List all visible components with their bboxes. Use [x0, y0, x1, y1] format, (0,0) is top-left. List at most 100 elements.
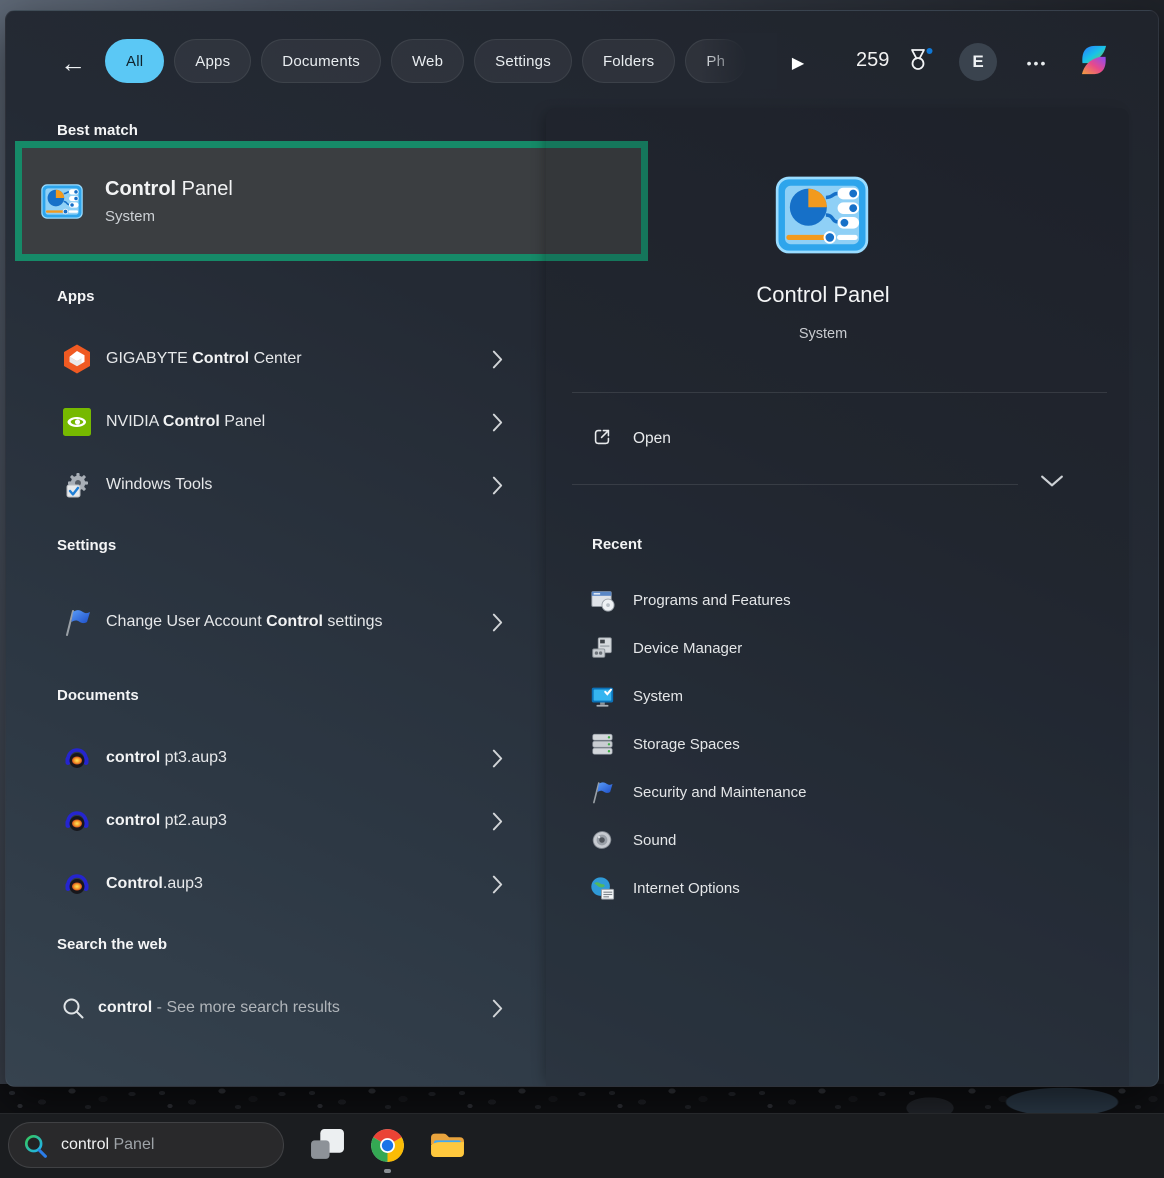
chevron-right-icon — [492, 350, 503, 369]
recent-item-device-manager[interactable]: Device Manager — [546, 624, 1106, 672]
avatar[interactable]: E — [959, 43, 997, 81]
chrome-icon — [370, 1128, 405, 1163]
recent-item-label: System — [633, 688, 683, 705]
result-control-pt2-aup3[interactable]: control pt2.aup3 — [41, 793, 513, 849]
result-windows-tools[interactable]: Windows Tools — [41, 457, 513, 513]
open-action[interactable]: Open — [572, 416, 1062, 462]
search-the-web-header: Search the web — [57, 936, 167, 953]
recent-item-storage-spaces[interactable]: Storage Spaces — [546, 720, 1106, 768]
chevron-right-icon — [492, 999, 503, 1018]
divider — [572, 392, 1107, 393]
recent-header: Recent — [592, 536, 642, 553]
recent-item-label: Sound — [633, 832, 676, 849]
internet-options-icon — [589, 875, 615, 901]
task-view-button[interactable] — [305, 1123, 349, 1167]
recent-item-label: Internet Options — [633, 880, 740, 897]
result-gigabyte-control-center[interactable]: GIGABYTE Control Center — [41, 331, 513, 387]
audacity-project-icon — [61, 742, 93, 774]
audacity-project-icon — [61, 868, 93, 900]
desktop-wallpaper — [0, 1084, 1164, 1114]
best-match-subtitle: System — [105, 208, 233, 225]
recent-item-security-and-maintenance[interactable]: Security and Maintenance — [546, 768, 1106, 816]
taskbar-search-input[interactable]: control Panel — [8, 1122, 284, 1168]
uac-flag-icon — [61, 606, 93, 638]
scroll-filters-right-icon[interactable]: ▶ — [785, 51, 811, 75]
rewards-points[interactable]: 259 — [856, 49, 889, 72]
recent-item-label: Storage Spaces — [633, 736, 740, 753]
recent-item-sound[interactable]: Sound — [546, 816, 1106, 864]
recent-item-system[interactable]: System — [546, 672, 1106, 720]
back-button[interactable]: ← — [55, 45, 91, 81]
result-web-search-control[interactable]: control - See more search results — [41, 980, 513, 1036]
result-label: control pt3.aup3 — [106, 749, 227, 767]
control-panel-icon — [41, 184, 83, 219]
filter-pills: All Apps Documents Web Settings Folders … — [105, 39, 777, 83]
filter-pill-apps[interactable]: Apps — [174, 39, 251, 83]
sound-speaker-icon — [589, 827, 615, 853]
taskbar: control Panel — [0, 1113, 1164, 1178]
settings-header: Settings — [57, 537, 116, 554]
open-label: Open — [633, 430, 671, 448]
recent-list: Programs and Features Device Manager Sys… — [546, 576, 1106, 912]
recent-item-label: Programs and Features — [633, 592, 791, 609]
detail-title: Control Panel — [546, 282, 1100, 308]
chevron-right-icon — [492, 812, 503, 831]
recent-item-programs-and-features[interactable]: Programs and Features — [546, 576, 1106, 624]
recent-item-internet-options[interactable]: Internet Options — [546, 864, 1106, 912]
result-control-pt3-aup3[interactable]: control pt3.aup3 — [41, 730, 513, 786]
detail-subtitle: System — [546, 326, 1100, 342]
security-flag-icon — [589, 779, 615, 805]
filter-pill-settings[interactable]: Settings — [474, 39, 572, 83]
file-explorer-button[interactable] — [425, 1123, 469, 1167]
more-options-button[interactable]: ••• — [1015, 51, 1059, 75]
filter-pill-documents[interactable]: Documents — [261, 39, 381, 83]
storage-spaces-icon — [589, 731, 615, 757]
chevron-right-icon — [492, 413, 503, 432]
nvidia-icon — [61, 406, 93, 438]
device-manager-icon — [589, 635, 615, 661]
chevron-right-icon — [492, 875, 503, 894]
result-control-aup3[interactable]: Control.aup3 — [41, 856, 513, 912]
rewards-trophy-icon[interactable] — [903, 47, 933, 77]
search-flyout: ← All Apps Documents Web Settings Folder… — [5, 10, 1159, 1087]
copilot-icon[interactable] — [1073, 39, 1115, 81]
chevron-right-icon — [492, 613, 503, 632]
filter-pill-web[interactable]: Web — [391, 39, 464, 83]
recent-item-label: Device Manager — [633, 640, 742, 657]
taskbar-search-text: control Panel — [61, 1136, 154, 1154]
result-change-uac-settings[interactable]: Change User Account Control settings — [41, 583, 513, 661]
documents-header: Documents — [57, 687, 139, 704]
result-label: control pt2.aup3 — [106, 812, 227, 830]
control-panel-icon-large — [775, 176, 869, 259]
result-label: NVIDIA Control Panel — [106, 413, 265, 431]
chevron-right-icon — [492, 476, 503, 495]
recent-item-label: Security and Maintenance — [633, 784, 806, 801]
filter-pill-all[interactable]: All — [105, 39, 164, 83]
windows-tools-icon — [61, 469, 93, 501]
chevron-right-icon — [492, 749, 503, 768]
filter-pill-folders[interactable]: Folders — [582, 39, 675, 83]
result-label: GIGABYTE Control Center — [106, 350, 302, 368]
best-match-text: Control Panel System — [105, 178, 233, 225]
taskbar-search-icon — [22, 1132, 49, 1159]
best-match-header: Best match — [57, 122, 138, 139]
system-monitor-icon — [589, 683, 615, 709]
task-view-icon — [310, 1128, 345, 1163]
search-icon — [61, 996, 85, 1020]
divider — [572, 484, 1018, 485]
result-nvidia-control-panel[interactable]: NVIDIA Control Panel — [41, 394, 513, 450]
chrome-running-indicator — [384, 1169, 391, 1173]
gigabyte-icon — [61, 343, 93, 375]
result-label: Change User Account Control settings — [106, 607, 398, 637]
filter-pill-photos-clipped[interactable]: Ph — [685, 39, 746, 83]
chevron-down-icon[interactable] — [1040, 474, 1064, 490]
result-label: Control.aup3 — [106, 875, 203, 893]
desktop: ← All Apps Documents Web Settings Folder… — [0, 0, 1164, 1178]
apps-header: Apps — [57, 288, 95, 305]
result-label: Windows Tools — [106, 476, 212, 494]
audacity-project-icon — [61, 805, 93, 837]
open-icon — [591, 426, 613, 453]
programs-and-features-icon — [589, 587, 615, 613]
detail-panel: Control Panel System Open Recent Program… — [546, 108, 1129, 1087]
chrome-button[interactable] — [365, 1123, 409, 1167]
